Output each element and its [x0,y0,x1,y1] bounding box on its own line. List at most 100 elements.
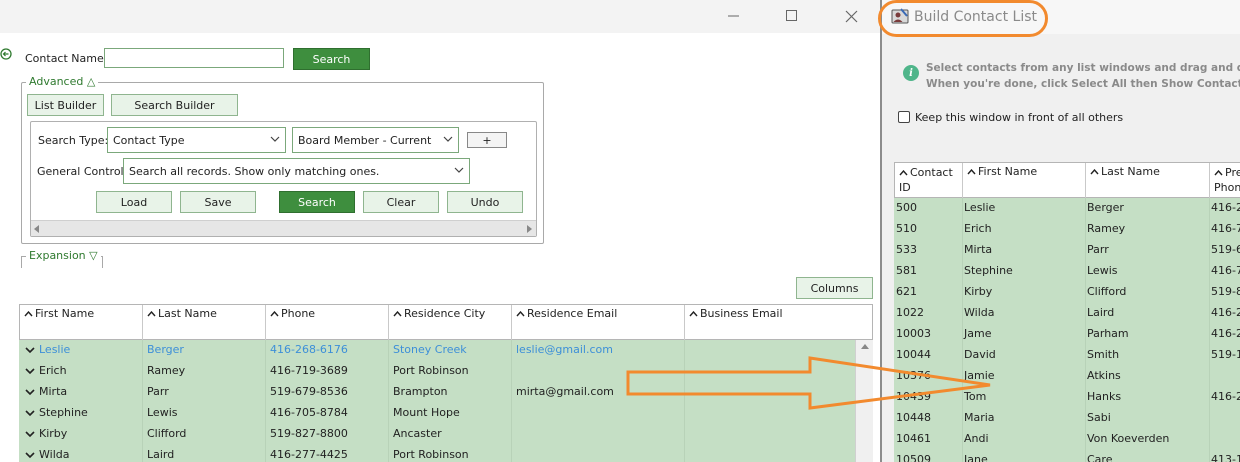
cell-last: Ramey [1087,222,1126,235]
expand-row-icon[interactable] [25,389,35,396]
cell-first: Wilda [39,448,70,461]
table-row[interactable]: 1022 Wilda Laird 416-27 [894,303,1240,324]
cell-id: 10003 [896,327,931,340]
minimize-icon [727,15,739,17]
list-builder-button[interactable]: List Builder [27,94,104,116]
cell-phone: 416-70 [1211,264,1240,277]
add-criteria-button[interactable]: + [467,132,507,148]
table-row[interactable]: 500 Leslie Berger 416-26 [894,198,1240,219]
table-row[interactable]: 581 Stephine Lewis 416-70 [894,261,1240,282]
cell-first: Leslie [39,343,71,356]
cell-email: mirta@gmail.com [516,385,614,398]
contact-name-input[interactable] [104,48,284,68]
cell-id: 1022 [896,306,924,319]
table-row[interactable]: 10461 Andi Von Koeverden [894,429,1240,450]
right-titlebar: Build Contact List [878,0,1240,37]
column-header-phone[interactable]: Pre Phone [1210,163,1240,199]
expand-row-icon[interactable] [25,347,35,354]
column-header-phone[interactable]: Phone [266,305,389,341]
cell-first: Jame [964,327,992,340]
keep-in-front-checkbox[interactable] [898,111,910,123]
column-header-first-name[interactable]: First Name [20,305,143,341]
minimize-button[interactable] [718,4,748,28]
cell-email: leslie@gmail.com [516,343,613,356]
general-control-select[interactable]: Search all records. Show only matching o… [123,158,470,184]
advanced-toggle[interactable]: Advanced △ [26,75,99,88]
cell-id: 621 [896,285,917,298]
column-header-contact-id[interactable]: Contact ID [895,163,963,199]
cell-id: 533 [896,243,917,256]
cell-first: Wilda [964,306,995,319]
cell-last: Laird [1087,306,1115,319]
column-header-first-name[interactable]: First Name [963,163,1086,199]
contact-name-label: Contact Name [25,52,104,65]
contact-list-grid-body: 500 Leslie Berger 416-26 510 Erich Ramey 416-71… [894,198,1240,462]
header-label: Business Email [700,307,783,320]
cell-first: Erich [964,222,992,235]
header-label: Phone [281,307,316,320]
chevron-down-icon [454,167,464,173]
builder-search-button[interactable]: Search [279,191,355,213]
sort-up-icon [689,311,698,317]
maximize-button[interactable] [777,4,807,28]
results-grid-header: First Name Last Name Phone Residence Cit… [19,304,873,341]
column-header-last-name[interactable]: Last Name [1086,163,1210,199]
cell-city: Port Robinson [393,448,469,461]
back-arrow-icon[interactable] [0,48,12,60]
expand-row-icon[interactable] [25,452,35,459]
keep-in-front-label: Keep this window in front of all others [915,111,1124,124]
table-row[interactable]: Kirby Clifford 519-827-8800 Ancaster [19,424,855,445]
table-row[interactable]: 10003 Jame Parham 416-27 [894,324,1240,345]
header-label: Phone [1214,181,1240,194]
column-header-business-email[interactable]: Business Email [685,305,873,341]
sort-up-icon [1214,170,1223,176]
table-row[interactable]: 621 Kirby Clifford 519-82 [894,282,1240,303]
table-row[interactable]: Wilda Laird 416-277-4425 Port Robinson [19,445,855,462]
load-button[interactable]: Load [96,191,172,213]
clear-button[interactable]: Clear [363,191,439,213]
instructions-line-1: Select contacts from any list windows an… [926,62,1240,74]
header-label: Contact [910,166,953,179]
search-builder-button[interactable]: Search Builder [111,94,238,116]
sort-up-icon [393,311,402,317]
columns-button[interactable]: Columns [796,277,873,299]
cell-last: Laird [147,448,175,461]
cell-phone: 519-679-8536 [270,385,348,398]
save-button[interactable]: Save [180,191,256,213]
column-header-residence-city[interactable]: Residence City [389,305,512,341]
column-header-last-name[interactable]: Last Name [143,305,266,341]
close-button[interactable] [836,4,866,28]
table-row[interactable]: 533 Mirta Parr 519-67 [894,240,1240,261]
cell-phone: 416-27 [1211,327,1240,340]
table-row[interactable]: 510 Erich Ramey 416-71 [894,219,1240,240]
cell-last: Clifford [147,427,187,440]
search-button[interactable]: Search [293,48,370,70]
cell-id: 581 [896,264,917,277]
expansion-toggle[interactable]: Expansion ▽ [26,249,101,262]
search-value-select[interactable]: Board Member - Current [292,127,459,153]
cell-last: Ramey [147,364,186,377]
cell-phone: 416-71 [1211,222,1240,235]
sort-up-icon [516,311,525,317]
expand-row-icon[interactable] [25,410,35,417]
cell-first: Mirta [964,243,993,256]
cell-phone: 416-705-8784 [270,406,348,419]
scroll-right-icon[interactable] [527,225,533,233]
header-label: First Name [35,307,95,320]
column-header-residence-email[interactable]: Residence Email [512,305,685,341]
table-row[interactable]: 10509 Jane Care 413-13 [894,450,1240,462]
expand-row-icon[interactable] [25,368,35,375]
drag-arrow-annotation [626,356,991,410]
expand-row-icon[interactable] [25,431,35,438]
scroll-left-icon[interactable] [34,225,40,233]
cell-city: Mount Hope [393,406,460,419]
search-type-select[interactable]: Contact Type [107,127,286,153]
cell-id: 500 [896,201,917,214]
sort-up-icon [270,311,279,317]
header-label: ID [899,181,911,194]
horizontal-scrollbar[interactable] [31,220,536,236]
undo-button[interactable]: Undo [447,191,523,213]
cell-first: Leslie [964,201,996,214]
instructions-text: Select contacts from any list windows an… [926,60,1240,92]
header-label: Residence City [404,307,486,320]
